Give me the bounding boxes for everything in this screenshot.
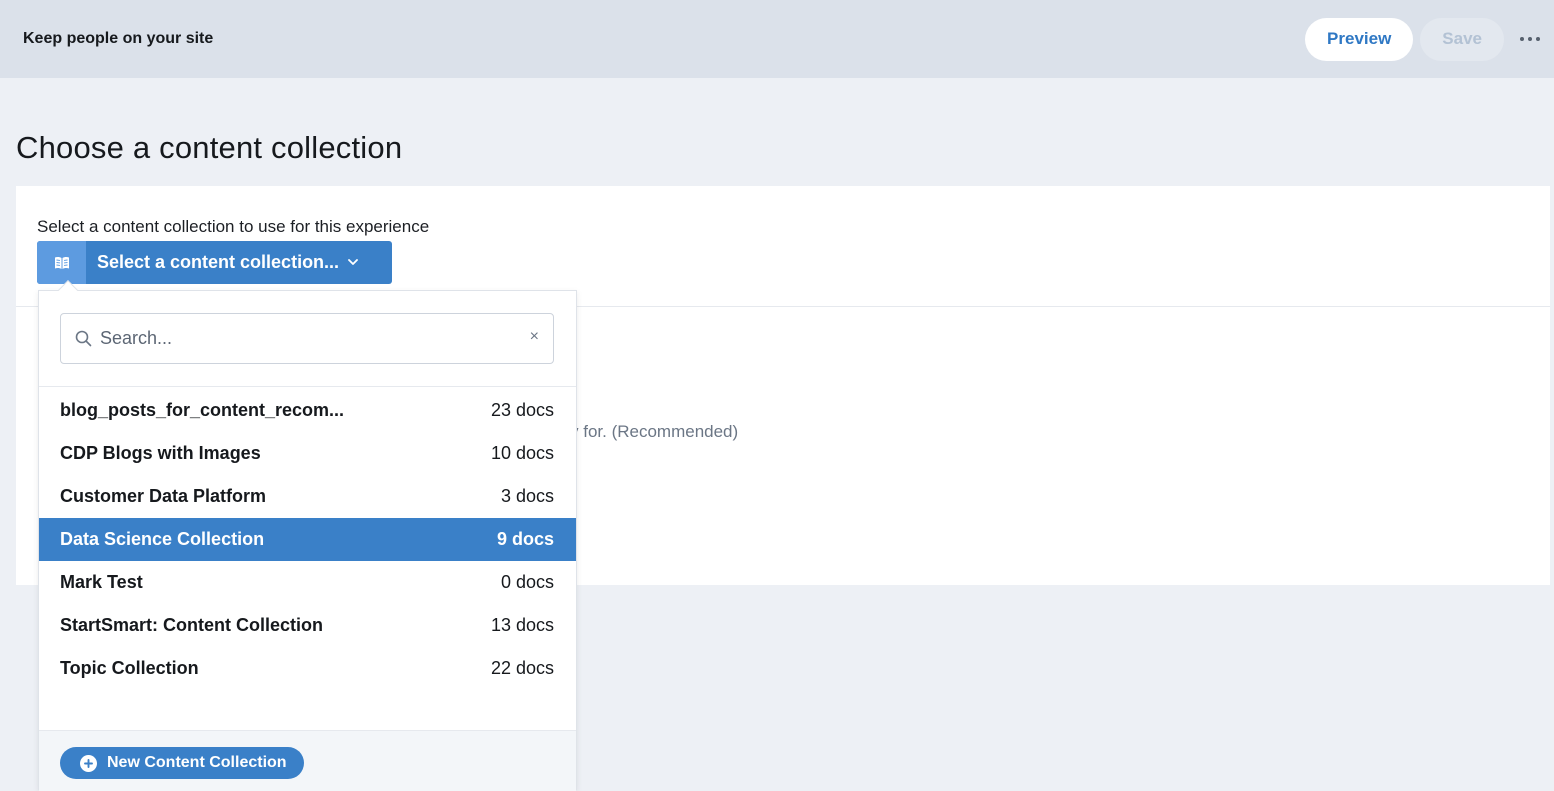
collection-count: 0 docs bbox=[500, 572, 554, 592]
collection-count: 13 docs bbox=[490, 615, 554, 635]
new-content-collection-button[interactable]: New Content Collection bbox=[60, 747, 304, 779]
collection-name: blog_posts_for_content_recom... bbox=[60, 400, 345, 420]
list-item-selected[interactable]: Data Science Collection 9 docs bbox=[39, 518, 576, 561]
search-icon bbox=[75, 330, 92, 347]
dropdown-divider bbox=[39, 386, 576, 387]
collection-name: Topic Collection bbox=[60, 658, 199, 678]
top-bar: Keep people on your site Preview Save bbox=[0, 0, 1554, 78]
more-icon[interactable] bbox=[1520, 29, 1540, 49]
collection-count: 23 docs bbox=[490, 400, 554, 420]
dropdown-footer: New Content Collection bbox=[39, 730, 576, 791]
collection-list: blog_posts_for_content_recom... 23 docs … bbox=[39, 389, 576, 690]
option-description: y for. (Recommended) bbox=[570, 422, 739, 441]
plus-circle-icon bbox=[80, 754, 97, 772]
collection-count: 10 docs bbox=[490, 443, 554, 463]
list-item[interactable]: blog_posts_for_content_recom... 23 docs bbox=[39, 389, 576, 432]
search-box[interactable]: × bbox=[60, 313, 554, 364]
collection-count: 22 docs bbox=[490, 658, 554, 678]
select-label: Select a content collection... bbox=[97, 252, 340, 272]
collection-name: StartSmart: Content Collection bbox=[60, 615, 324, 635]
save-button[interactable]: Save bbox=[1420, 17, 1504, 61]
close-icon[interactable]: × bbox=[530, 328, 539, 346]
chevron-down-icon bbox=[348, 259, 358, 266]
collection-dropdown: × blog_posts_for_content_recom... 23 doc… bbox=[38, 280, 577, 791]
collection-count: 9 docs bbox=[496, 529, 554, 549]
collection-count: 3 docs bbox=[500, 486, 554, 506]
content-collection-select[interactable]: Select a content collection... bbox=[37, 241, 392, 284]
list-item[interactable]: CDP Blogs with Images 10 docs bbox=[39, 432, 576, 475]
book-icon bbox=[37, 241, 86, 284]
preview-button[interactable]: Preview bbox=[1305, 17, 1414, 61]
list-item[interactable]: StartSmart: Content Collection 13 docs bbox=[39, 604, 576, 647]
collection-name: Customer Data Platform bbox=[60, 486, 267, 506]
section-subtitle: Select a content collection to use for t… bbox=[37, 217, 430, 236]
collection-name: Data Science Collection bbox=[60, 529, 265, 549]
list-item[interactable]: Topic Collection 22 docs bbox=[39, 647, 576, 690]
new-collection-label: New Content Collection bbox=[107, 754, 287, 771]
page-title: Choose a content collection bbox=[16, 130, 403, 165]
collection-name: Mark Test bbox=[60, 572, 143, 592]
list-item[interactable]: Mark Test 0 docs bbox=[39, 561, 576, 604]
list-item[interactable]: Customer Data Platform 3 docs bbox=[39, 475, 576, 518]
search-input[interactable] bbox=[100, 328, 500, 349]
collection-name: CDP Blogs with Images bbox=[60, 443, 261, 463]
experience-title: Keep people on your site bbox=[23, 30, 214, 47]
